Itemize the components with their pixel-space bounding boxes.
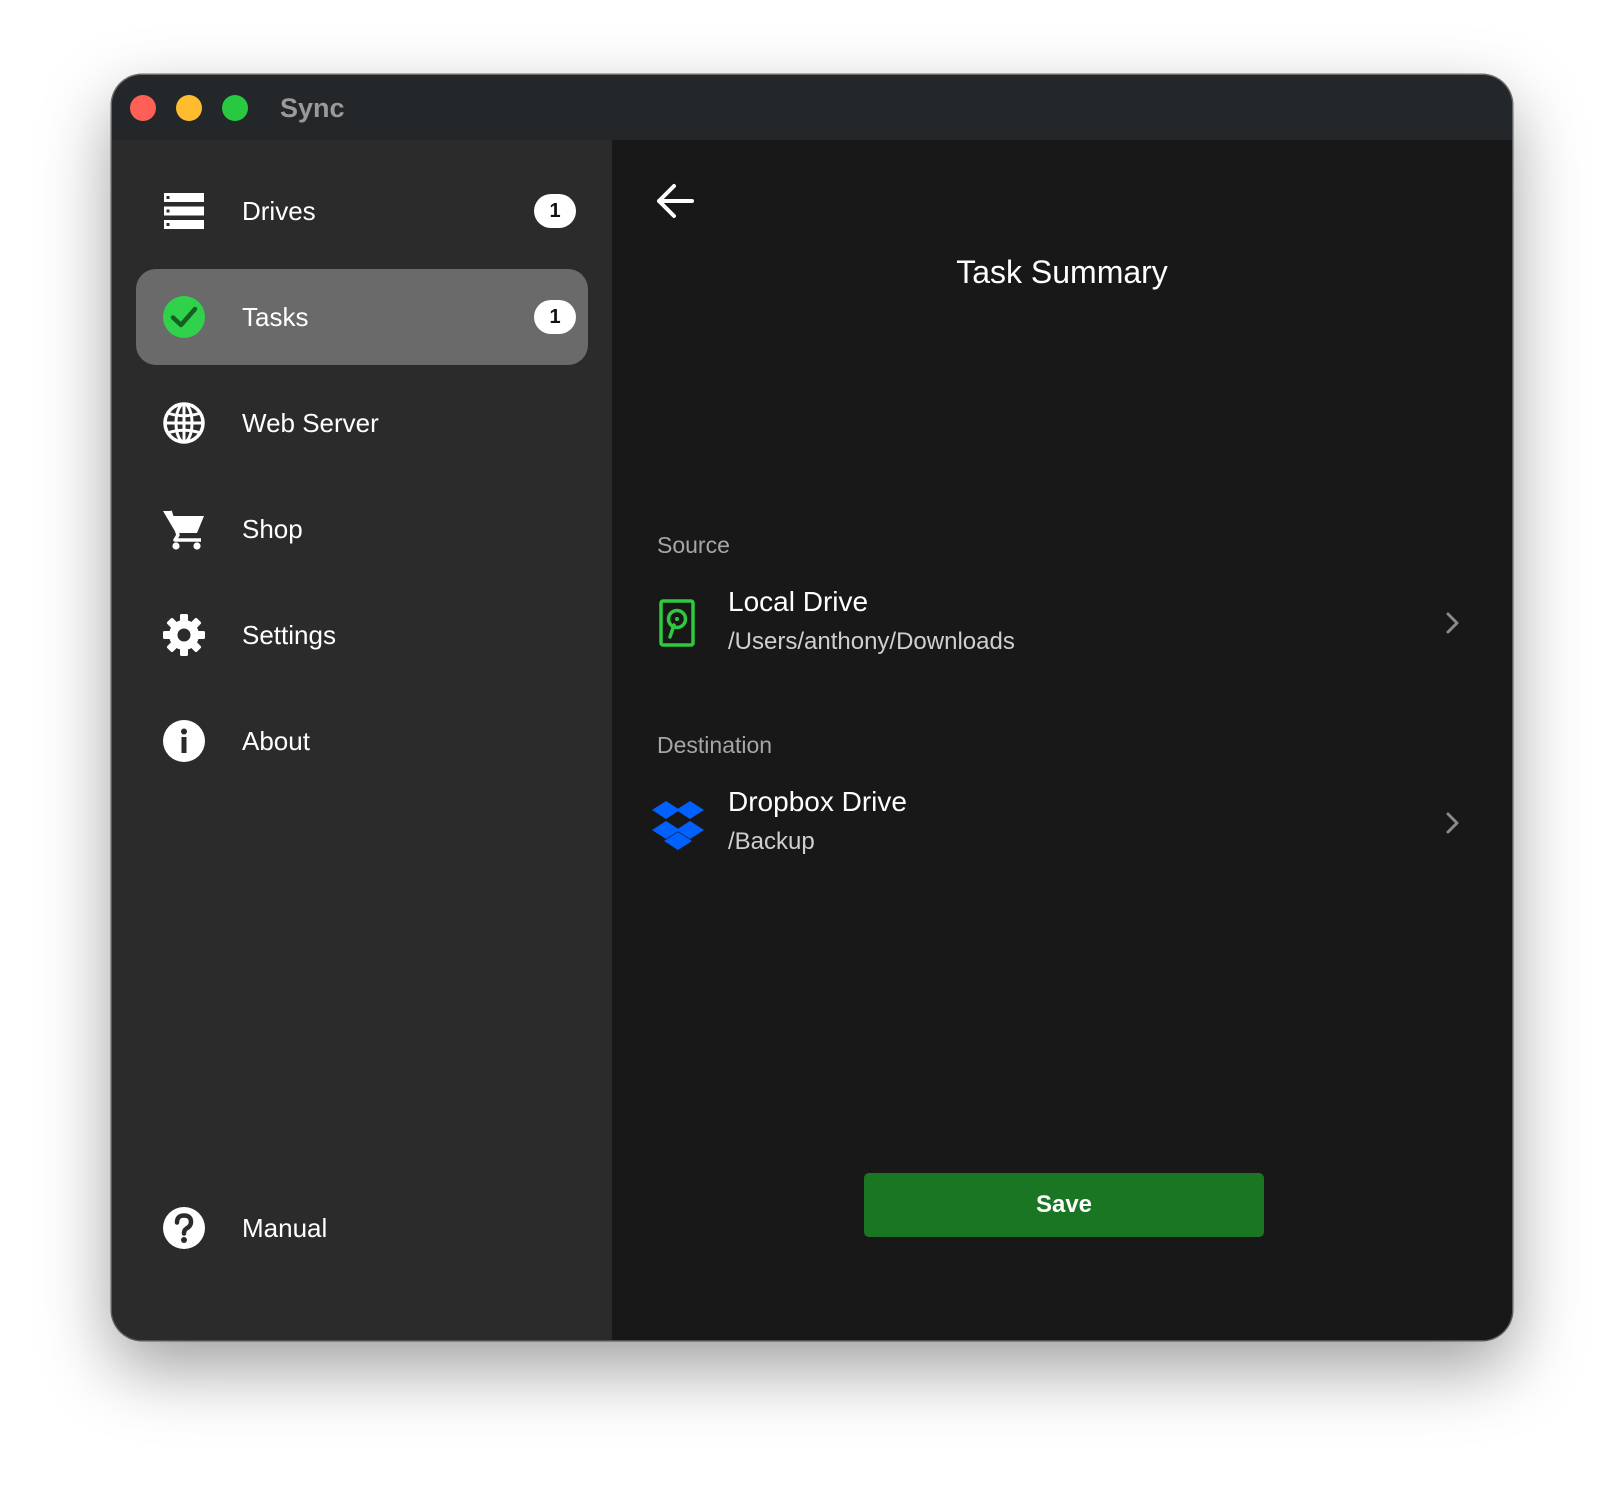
cart-icon — [162, 507, 206, 551]
main-panel: Task Summary Source Local Drive /Users/a… — [612, 140, 1512, 1340]
window-title: Sync — [280, 93, 345, 123]
destination-section-label: Destination — [657, 732, 773, 758]
chevron-right-icon — [1438, 809, 1466, 837]
title-bar: Sync — [112, 75, 1512, 140]
source-drive-name: Local Drive — [728, 586, 869, 617]
source-drive-path: /Users/anthony/Downloads — [728, 628, 1015, 655]
sidebar-item-label: Drives — [242, 196, 316, 226]
sidebar-item-shop[interactable]: Shop — [136, 481, 588, 577]
sidebar-item-label: Tasks — [242, 302, 309, 332]
info-icon — [162, 719, 206, 763]
back-button[interactable] — [652, 178, 698, 224]
source-drive-row[interactable]: Local Drive /Users/anthony/Downloads — [640, 575, 1480, 671]
source-section-label: Source — [657, 532, 730, 558]
sidebar-item-web-server[interactable]: Web Server — [136, 375, 588, 471]
dropbox-icon — [650, 795, 706, 851]
maximize-window-button[interactable] — [222, 95, 248, 121]
sidebar-item-settings[interactable]: Settings — [136, 587, 588, 683]
drives-list-icon — [162, 189, 206, 233]
chevron-right-icon — [1438, 609, 1466, 637]
save-button[interactable]: Save — [864, 1173, 1264, 1237]
sidebar-item-label: Manual — [242, 1213, 328, 1243]
sidebar-item-label: Web Server — [242, 408, 379, 438]
sidebar: Drives 1 Tasks 1 Web Server Shop Setting… — [112, 140, 612, 1340]
destination-drive-path: /Backup — [728, 828, 815, 855]
globe-icon — [162, 401, 206, 445]
sidebar-item-tasks[interactable]: Tasks 1 — [136, 269, 588, 365]
count-badge: 1 — [534, 300, 576, 334]
sidebar-item-label: Shop — [242, 514, 303, 544]
help-icon — [162, 1206, 206, 1250]
count-badge: 1 — [534, 194, 576, 228]
page-title: Task Summary — [956, 254, 1168, 290]
destination-drive-row[interactable]: Dropbox Drive /Backup — [640, 775, 1480, 871]
sidebar-item-manual[interactable]: Manual — [136, 1180, 588, 1276]
sidebar-item-about[interactable]: About — [136, 693, 588, 789]
sidebar-item-label: About — [242, 726, 310, 756]
destination-drive-name: Dropbox Drive — [728, 786, 907, 817]
check-circle-icon — [162, 295, 206, 339]
sidebar-item-drives[interactable]: Drives 1 — [136, 163, 588, 259]
hard-drive-icon — [650, 595, 706, 651]
arrow-left-icon — [657, 184, 694, 218]
close-window-button[interactable] — [130, 95, 156, 121]
minimize-window-button[interactable] — [176, 95, 202, 121]
app-window: Sync Drives 1 Tasks 1 Web Server Shop Se… — [112, 75, 1512, 1340]
gear-icon — [162, 613, 206, 657]
sidebar-item-label: Settings — [242, 620, 336, 650]
